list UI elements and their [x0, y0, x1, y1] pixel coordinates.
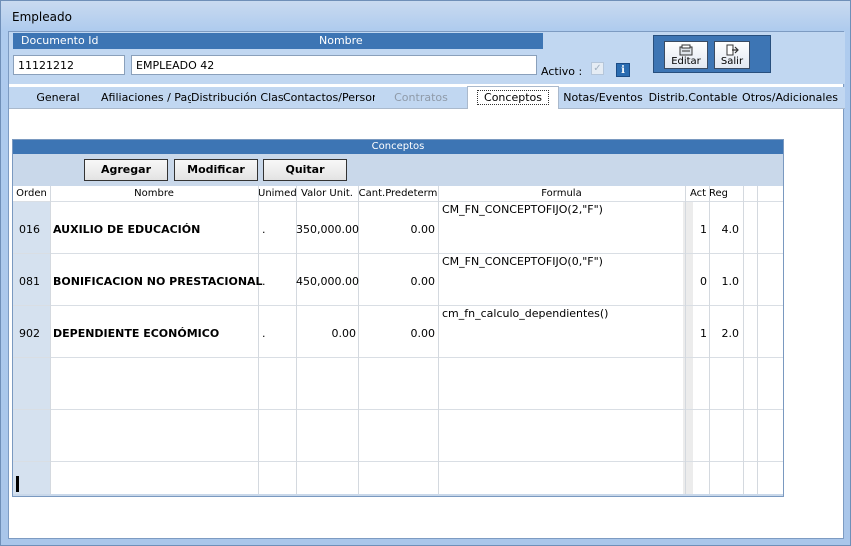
cell-formula: CM_FN_CONCEPTOFIJO(2,"F"): [442, 203, 603, 216]
row-header-column: [13, 201, 50, 494]
cell-cant-predeterm: 0.00: [410, 223, 436, 236]
cell-nombre: DEPENDIENTE ECONÓMICO: [53, 327, 220, 340]
nombre-label: Nombre: [319, 34, 363, 47]
tab-contactos[interactable]: Contactos/Person: [283, 88, 375, 108]
client-area: Documento Id Nombre Activo : ✓ i Editar: [8, 31, 845, 539]
col-divider: [743, 186, 744, 494]
tab-conceptos[interactable]: Conceptos: [467, 86, 559, 109]
salir-label: Salir: [720, 56, 744, 67]
exit-icon: [726, 44, 739, 56]
conceptos-grid: Orden Nombre Unimed Valor Unit. Cant.Pre…: [13, 186, 783, 494]
cell-orden: 016: [19, 223, 40, 236]
col-header-orden[interactable]: Orden: [13, 186, 50, 201]
col-header-valor-unit[interactable]: Valor Unit.: [296, 186, 358, 201]
edit-icon: [679, 44, 693, 56]
tab-contratos[interactable]: Contratos: [375, 88, 467, 108]
tab-strip: General Afiliaciones / Pag Distribución …: [9, 86, 845, 109]
tab-notas-eventos[interactable]: Notas/Eventos: [559, 88, 647, 108]
salir-button[interactable]: Salir: [714, 41, 750, 69]
tab-otros-adicionales[interactable]: Otros/Adicionales: [739, 88, 841, 108]
toolbar-button-group: Editar Salir: [653, 35, 771, 73]
quitar-button[interactable]: Quitar: [263, 159, 347, 181]
cell-formula: cm_fn_calculo_dependientes(): [442, 307, 609, 320]
cell-reg: 1.0: [721, 275, 740, 288]
editar-label: Editar: [671, 56, 701, 67]
tab-distribucion-clase[interactable]: Distribución Clase: [191, 88, 283, 108]
row-divider: [13, 461, 783, 462]
col-divider: [757, 186, 758, 494]
cell-cant-predeterm: 0.00: [410, 275, 436, 288]
tab-afiliaciones[interactable]: Afiliaciones / Pag: [101, 88, 191, 108]
col-divider: [50, 186, 51, 494]
col-header-nombre[interactable]: Nombre: [50, 186, 258, 201]
documento-id-label: Documento Id: [21, 34, 99, 47]
check-icon: ✓: [593, 63, 602, 74]
documento-id-field[interactable]: [13, 55, 125, 75]
cell-nombre: BONIFICACION NO PRESTACIONAL: [53, 275, 263, 288]
row-divider: [13, 305, 783, 306]
cell-valor-unit: 350,000.00: [296, 223, 359, 236]
cell-orden: 902: [19, 327, 40, 340]
info-icon[interactable]: i: [616, 63, 630, 77]
cell-act: 0: [700, 275, 707, 288]
cell-unimed: .: [262, 275, 266, 288]
employee-window: Empleado Documento Id Nombre Activo : ✓ …: [0, 0, 851, 546]
window-title: Empleado: [12, 10, 72, 24]
col-divider: [438, 186, 439, 494]
col-divider: [709, 186, 710, 494]
col-header-unimed[interactable]: Unimed: [258, 186, 296, 201]
cell-act: 1: [700, 223, 707, 236]
nombre-field[interactable]: [131, 55, 537, 75]
cell-nombre: AUXILIO DE EDUCACIÓN: [53, 223, 201, 236]
col-header-formula[interactable]: Formula: [438, 186, 685, 201]
text-caret: [16, 476, 19, 492]
modificar-button[interactable]: Modificar: [174, 159, 258, 181]
cell-unimed: .: [262, 327, 266, 340]
tab-distrib-contable[interactable]: Distrib.Contable: [647, 88, 739, 108]
activo-label: Activo :: [541, 65, 583, 78]
conceptos-panel: Conceptos Agregar Modificar Quitar Orden…: [12, 139, 784, 497]
cell-cant-predeterm: 0.00: [410, 327, 436, 340]
tab-conceptos-label: Conceptos: [477, 90, 549, 105]
header-labels-bar: Documento Id Nombre: [13, 33, 543, 49]
editar-button[interactable]: Editar: [664, 41, 708, 69]
col-divider: [685, 186, 686, 494]
cell-valor-unit: 0.00: [331, 327, 357, 340]
grid-header-divider: [13, 201, 783, 202]
col-header-cant-predeterm[interactable]: Cant.Predeterm: [358, 186, 438, 201]
row-divider: [13, 409, 783, 410]
row-divider: [13, 253, 783, 254]
tab-general[interactable]: General: [15, 88, 101, 108]
col-header-act[interactable]: Act: [685, 186, 711, 201]
cell-reg: 4.0: [721, 223, 740, 236]
activo-checkbox[interactable]: ✓: [591, 62, 604, 75]
agregar-button[interactable]: Agregar: [84, 159, 168, 181]
cell-reg: 2.0: [721, 327, 740, 340]
col-divider: [258, 186, 259, 494]
cell-act: 1: [700, 327, 707, 340]
cell-formula: CM_FN_CONCEPTOFIJO(0,"F"): [442, 255, 603, 268]
row-divider: [13, 357, 783, 358]
cell-valor-unit: 450,000.00: [296, 275, 359, 288]
conceptos-panel-title: Conceptos: [13, 140, 783, 154]
cell-orden: 081: [19, 275, 40, 288]
cell-unimed: .: [262, 223, 266, 236]
col-header-reg[interactable]: Reg: [709, 186, 727, 201]
